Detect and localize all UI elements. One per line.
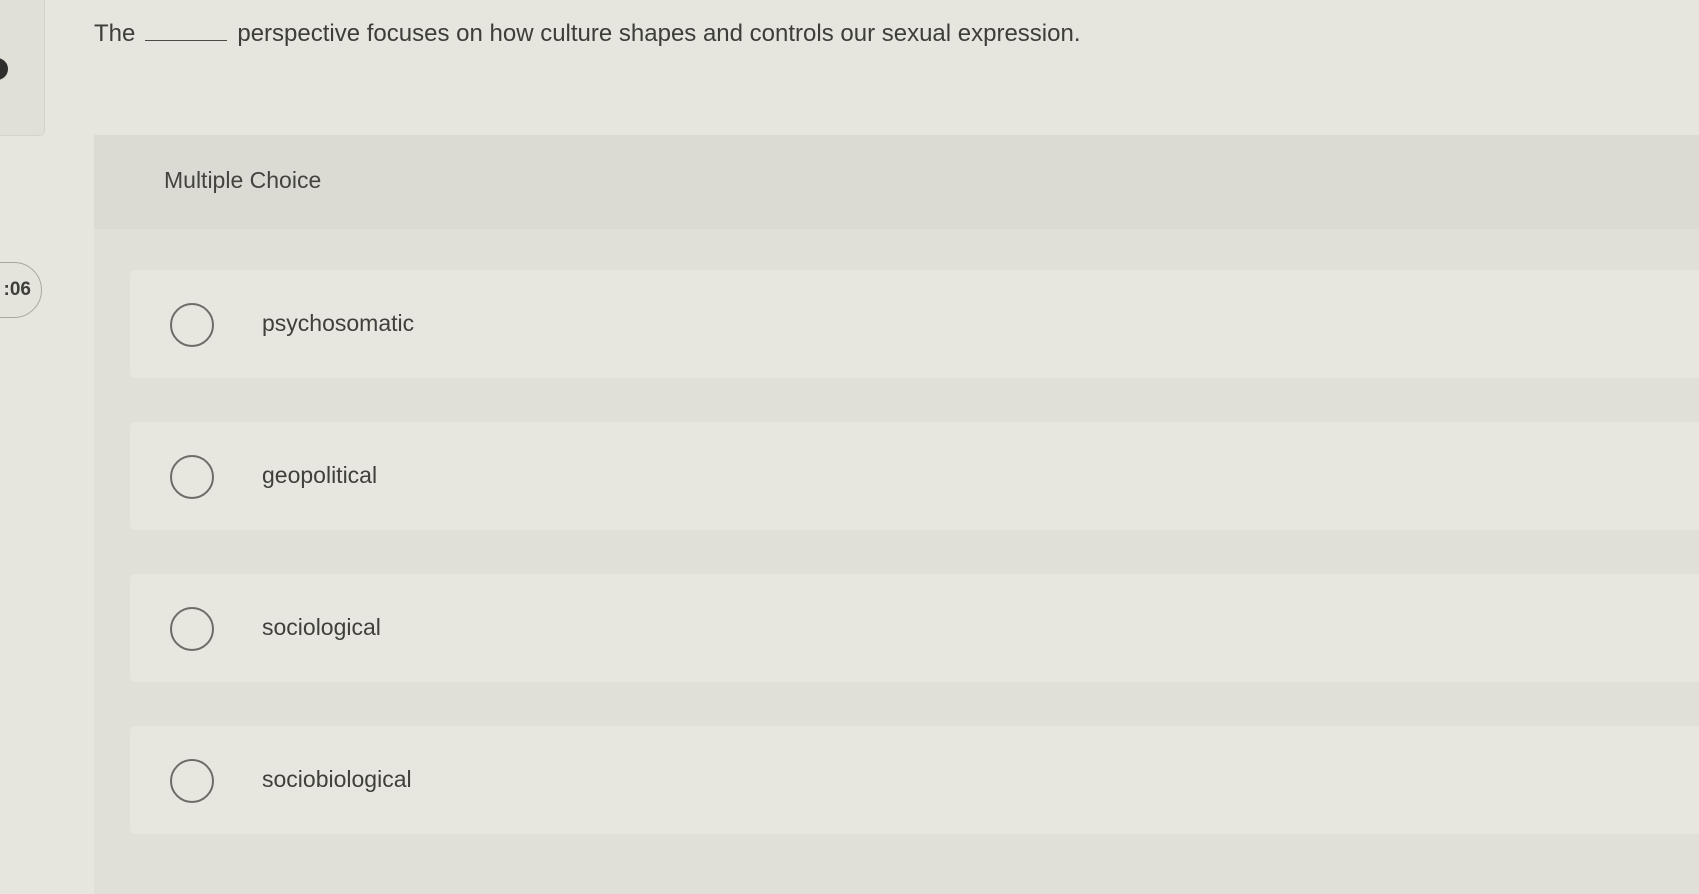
- answer-option[interactable]: geopolitical: [130, 422, 1699, 530]
- question-suffix: perspective focuses on how culture shape…: [237, 20, 1081, 47]
- question-blank: [145, 24, 228, 41]
- rail-indicator: [0, 58, 8, 80]
- timer-badge: :06: [0, 262, 42, 318]
- answer-panel: Multiple Choice psychosomatic geopolitic…: [94, 135, 1699, 894]
- answer-option[interactable]: sociobiological: [130, 726, 1699, 834]
- option-label: psychosomatic: [262, 310, 415, 336]
- left-rail: [0, 0, 45, 136]
- question-type-label: Multiple Choice: [164, 167, 322, 193]
- option-label: sociological: [262, 614, 381, 640]
- panel-header: Multiple Choice: [94, 135, 1699, 229]
- option-label: geopolitical: [262, 462, 378, 488]
- timer-text: :06: [3, 279, 31, 300]
- option-label: sociobiological: [262, 766, 412, 792]
- radio-button[interactable]: [170, 455, 214, 499]
- radio-button[interactable]: [170, 303, 214, 347]
- answer-option[interactable]: psychosomatic: [130, 270, 1699, 378]
- question-prefix: The: [94, 20, 136, 47]
- question-text: The perspective focuses on how culture sh…: [94, 20, 1394, 48]
- radio-button[interactable]: [170, 607, 214, 651]
- answer-option[interactable]: sociological: [130, 574, 1699, 682]
- radio-button[interactable]: [170, 759, 214, 803]
